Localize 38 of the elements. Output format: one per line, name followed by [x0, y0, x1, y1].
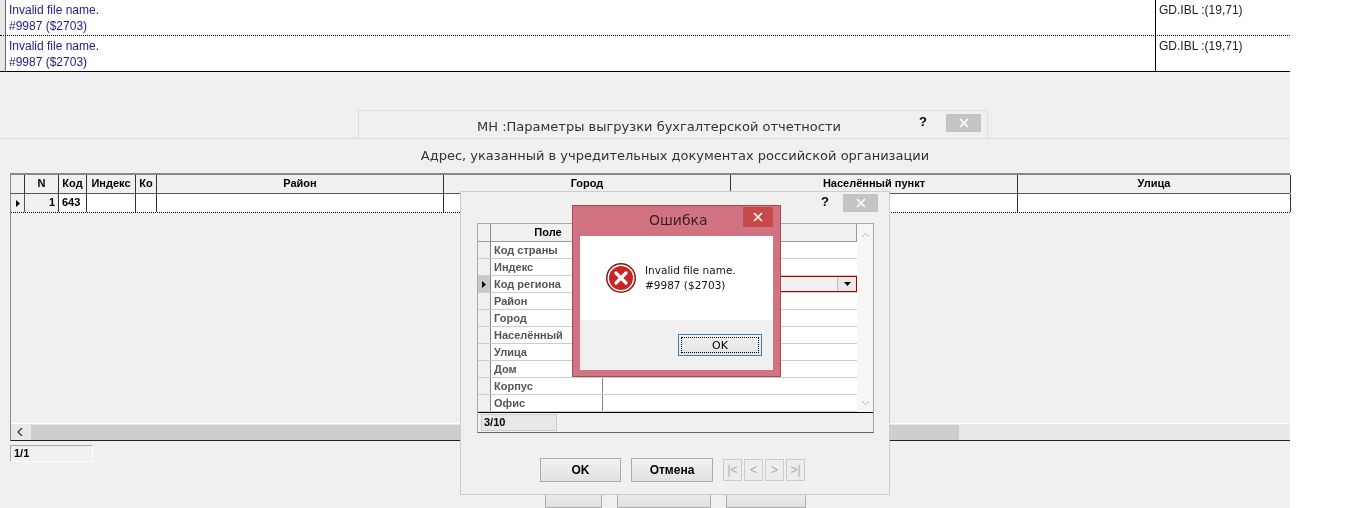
column-header[interactable]: Район: [157, 175, 444, 193]
close-icon: [753, 212, 763, 222]
error-icon: [605, 262, 637, 294]
close-icon: [855, 198, 866, 208]
dialog-button[interactable]: OK: [540, 458, 621, 482]
help-button[interactable]: ?: [919, 114, 927, 129]
table-cell: 643: [59, 194, 87, 212]
log-message: Invalid file name. #9987 ($2703): [6, 36, 1156, 71]
column-header[interactable]: Код: [59, 175, 87, 193]
scroll-down-icon[interactable]: [860, 400, 870, 406]
dialog-button[interactable]: Отмена: [631, 458, 713, 482]
scroll-left-icon[interactable]: [17, 428, 23, 436]
scrollbar[interactable]: [857, 224, 873, 412]
column-header[interactable]: Индекс: [87, 175, 136, 193]
table-cell: 1: [25, 194, 59, 212]
row-indicator[interactable]: [478, 276, 491, 292]
window-title: МН :Параметры выгрузки бухгалтерской отчетности: [476, 117, 842, 134]
current-row-icon: [15, 199, 20, 207]
row-indicator[interactable]: [11, 194, 25, 212]
ok-button[interactable]: OK: [678, 334, 762, 356]
column-header[interactable]: Улица: [1018, 175, 1291, 193]
caret-icon: [843, 282, 851, 286]
log-message: Invalid file name. #9987 ($2703): [6, 0, 1156, 35]
record-counter: 1/1: [10, 445, 93, 462]
close-button[interactable]: [743, 207, 773, 227]
record-counter: 3/10: [481, 414, 557, 431]
dialog-title: Ошибка: [649, 212, 708, 228]
field-name[interactable]: Офис: [491, 395, 603, 411]
error-message: Invalid file name. #9987 ($2703): [645, 263, 736, 293]
help-button[interactable]: ?: [821, 194, 829, 209]
log-source: GD.IBL :(19,71): [1158, 2, 1244, 19]
scroll-up-icon[interactable]: [860, 232, 870, 238]
column-header[interactable]: N: [25, 175, 59, 193]
close-icon: [958, 118, 969, 128]
field-name[interactable]: Корпус: [491, 378, 603, 394]
log-source: GD.IBL :(19,71): [1158, 38, 1244, 55]
column-header[interactable]: Ко: [136, 175, 157, 193]
section-heading: Адрес, указанный в учредительных документах российской организации: [419, 147, 931, 165]
